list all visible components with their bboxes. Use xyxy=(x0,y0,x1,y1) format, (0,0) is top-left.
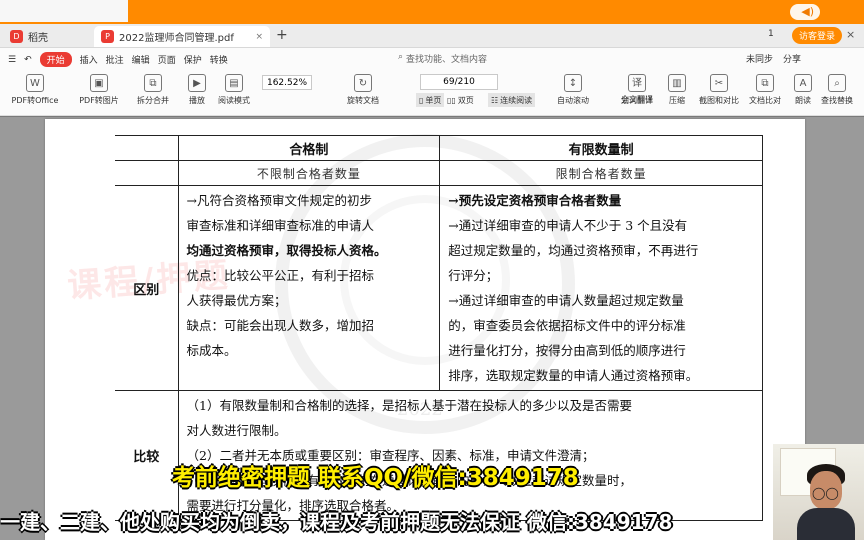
menu-annotate[interactable]: 批注 xyxy=(106,53,124,66)
continuous-reading-button[interactable]: ☷ 连续阅读 xyxy=(488,93,536,107)
close-window-icon[interactable]: × xyxy=(846,28,855,41)
tab-close-icon[interactable]: × xyxy=(255,32,263,42)
sync-share-menu: 未同步 分享 xyxy=(746,52,801,65)
promo-overlay-line-1: 考前绝密押题 联系QQ/微信:3849178 xyxy=(172,465,579,491)
difference-right-line: 行评分； xyxy=(448,268,499,283)
visitor-login-button[interactable]: 访客登录 xyxy=(792,27,842,44)
blank-overlay-area xyxy=(0,0,128,22)
image-convert-icon: ▣ xyxy=(90,74,108,92)
add-tab-button[interactable]: + xyxy=(276,27,288,43)
single-page-view-button[interactable]: ▯ 单页 xyxy=(416,93,445,107)
difference-right-line: →通过详细审查的申请人数量超过规定数量 xyxy=(448,293,684,308)
search-icon: ⌕ xyxy=(398,52,404,62)
menu-edit[interactable]: 编辑 xyxy=(132,53,150,66)
home-tab-label: 稻壳 xyxy=(28,33,48,44)
rotate-document-icon: ↻ xyxy=(354,74,372,92)
subheader-corner-cell xyxy=(115,160,179,186)
qualified-system-header: 合格制 xyxy=(178,135,441,161)
difference-right-line: 的，审查委员会依据招标文件中的评分标准 xyxy=(448,318,686,333)
menu-insert[interactable]: 插入 xyxy=(80,53,98,66)
translate-icon: 译 xyxy=(628,74,646,92)
difference-left-line: 人获得最优方案； xyxy=(186,293,287,308)
compress-icon: ▥ xyxy=(668,74,686,92)
pdf-reader-screen: ◀) D 稻壳 P 2022监理师合同管理.pdf × + 1 访客登录 × ☰… xyxy=(0,0,864,540)
difference-left-line: 审查标准和详细审查标准的申请人 xyxy=(186,218,375,233)
table-header-row: 合格制 有限数量制 xyxy=(115,135,763,161)
difference-right-line: →通过详细审查的申请人不少于 3 个且没有 xyxy=(448,218,688,233)
limited-difference-cell: →预先设定资格预审合格者数量 →通过详细审查的申请人不少于 3 个且没有 超过规… xyxy=(439,185,763,391)
double-page-view-button[interactable]: ▯▯ 双页 xyxy=(447,93,474,107)
search-placeholder: 查找功能、文档内容 xyxy=(406,55,488,65)
main-menu: ☰ ↶ 开始 插入 批注 编辑 页面 保护 转换 xyxy=(8,52,228,67)
tab-count-badge[interactable]: 1 xyxy=(768,29,774,39)
auto-scroll-button[interactable]: ↕ 自动滚动 xyxy=(544,74,602,106)
difference-right-line: 进行量化打分，按得分由高到低的顺序进行 xyxy=(448,343,686,358)
table-subheader-row: 不限制合格者数量 限制合格者数量 xyxy=(115,160,763,186)
tab-bar: D 稻壳 P 2022监理师合同管理.pdf × + 1 访客登录 × xyxy=(0,24,864,48)
qualified-difference-cell: →凡符合资格预审文件规定的初步 审查标准和详细审查标准的申请人 均通过资格预审，… xyxy=(178,185,441,391)
limited-quantity-header: 有限数量制 xyxy=(439,135,763,161)
webcam-overlay: ◯◯ xyxy=(773,444,864,540)
comparison-line: （1）有限数量制和合格制的选择，是招标人基于潜在投标人的多少以及是否需要 xyxy=(186,398,632,413)
limited-subheader: 限制合格者数量 xyxy=(439,160,763,186)
pdf-icon: P xyxy=(101,30,114,43)
difference-left-line: 标成本。 xyxy=(186,343,237,358)
screenshot-icon: ✂ xyxy=(710,74,728,92)
reading-mode-button[interactable]: ▤ 阅读模式 xyxy=(205,74,263,106)
share-button[interactable]: 分享 xyxy=(783,52,801,65)
find-replace-icon: ⌕ xyxy=(828,74,846,92)
menu-convert[interactable]: 转换 xyxy=(210,53,228,66)
auto-scroll-icon: ↕ xyxy=(564,74,582,92)
page-number-input[interactable]: 69/210 xyxy=(420,74,498,90)
speaker-icon: ◀) xyxy=(801,5,814,18)
tab-active-pdf[interactable]: P 2022监理师合同管理.pdf × xyxy=(94,26,270,47)
reading-mode-icon: ▤ xyxy=(225,74,243,92)
zoom-select[interactable]: 162.52% xyxy=(262,75,312,90)
menu-bar: ☰ ↶ 开始 插入 批注 编辑 页面 保护 转换 ⌕ 查找功能、文档内容 未同步… xyxy=(0,48,864,70)
single-page-icon: ▯ xyxy=(419,95,424,105)
menu-page[interactable]: 页面 xyxy=(158,53,176,66)
undo-icon[interactable]: ↶ xyxy=(24,55,32,65)
play-icon: ▶ xyxy=(188,74,206,92)
menu-start[interactable]: 开始 xyxy=(39,52,72,67)
comparison-label: 比较 xyxy=(115,390,179,521)
qualified-subheader: 不限制合格者数量 xyxy=(178,160,441,186)
active-tab-label: 2022监理师合同管理.pdf xyxy=(119,33,234,44)
difference-left-line: →凡符合资格预审文件规定的初步 xyxy=(186,193,372,208)
comparison-line: 对人数进行限制。 xyxy=(186,423,287,438)
difference-label: 区别 xyxy=(115,185,179,391)
pdf-to-image-button[interactable]: ▣ PDF转图片 xyxy=(70,74,128,106)
pdf-to-office-button[interactable]: W PDF转Office xyxy=(6,74,64,106)
split-merge-icon: ⧉ xyxy=(144,74,162,92)
double-page-icon: ▯▯ xyxy=(447,95,456,105)
difference-right-line: 排序，选取规定数量的申请人通过资格预审。 xyxy=(448,368,699,383)
difference-left-line: 优点：比较公平公正，有利于招标 xyxy=(186,268,375,283)
person-body xyxy=(797,508,855,540)
comparison-row: 比较 （1）有限数量制和合格制的选择，是招标人基于潜在投标人的多少以及是否需要 … xyxy=(115,390,763,521)
difference-right-line: 超过规定数量的，均通过资格预审，不再进行 xyxy=(448,243,699,258)
document-toolbar: W PDF转Office ▣ PDF转图片 ⧉ 拆分合并 ▶ 播放 ▤ 阅读模式 162.… xyxy=(0,70,864,116)
difference-left-line: 均通过资格预审，取得投标人资格。 xyxy=(186,243,387,258)
document-search[interactable]: ⌕ 查找功能、文档内容 xyxy=(398,52,487,65)
table-corner-cell xyxy=(115,135,179,161)
continuous-reading-icon: ☷ xyxy=(491,95,499,105)
find-replace-button[interactable]: ⌕ 查找替换 xyxy=(808,74,864,106)
menu-protect[interactable]: 保护 xyxy=(184,53,202,66)
file-convert-icon: W xyxy=(26,74,44,92)
promo-overlay-line-2: 一建、二建、他处购买均为倒卖，课程及考前押题无法保证 微信:3849178 xyxy=(0,510,673,534)
comparison-cell: （1）有限数量制和合格制的选择，是招标人基于潜在投标人的多少以及是否需要 对人数… xyxy=(178,390,763,521)
file-menu-icon[interactable]: ☰ xyxy=(8,55,16,65)
glasses-icon: ◯◯ xyxy=(812,486,839,500)
difference-row: 区别 →凡符合资格预审文件规定的初步 审查标准和详细审查标准的申请人 均通过资格… xyxy=(115,185,763,391)
difference-right-line: →预先设定资格预审合格者数量 xyxy=(448,193,622,208)
rotate-document-button[interactable]: ↻ 旋转文档 xyxy=(334,74,392,106)
daoke-logo-icon: D xyxy=(10,30,23,43)
tab-home[interactable]: D 稻壳 xyxy=(3,26,89,47)
compare-icon: ⧉ xyxy=(756,74,774,92)
cloud-sync-status[interactable]: 未同步 xyxy=(746,52,773,65)
top-window-bar: ◀) xyxy=(0,0,864,24)
difference-left-line: 缺点：可能会出现人数多，增加招 xyxy=(186,318,375,333)
